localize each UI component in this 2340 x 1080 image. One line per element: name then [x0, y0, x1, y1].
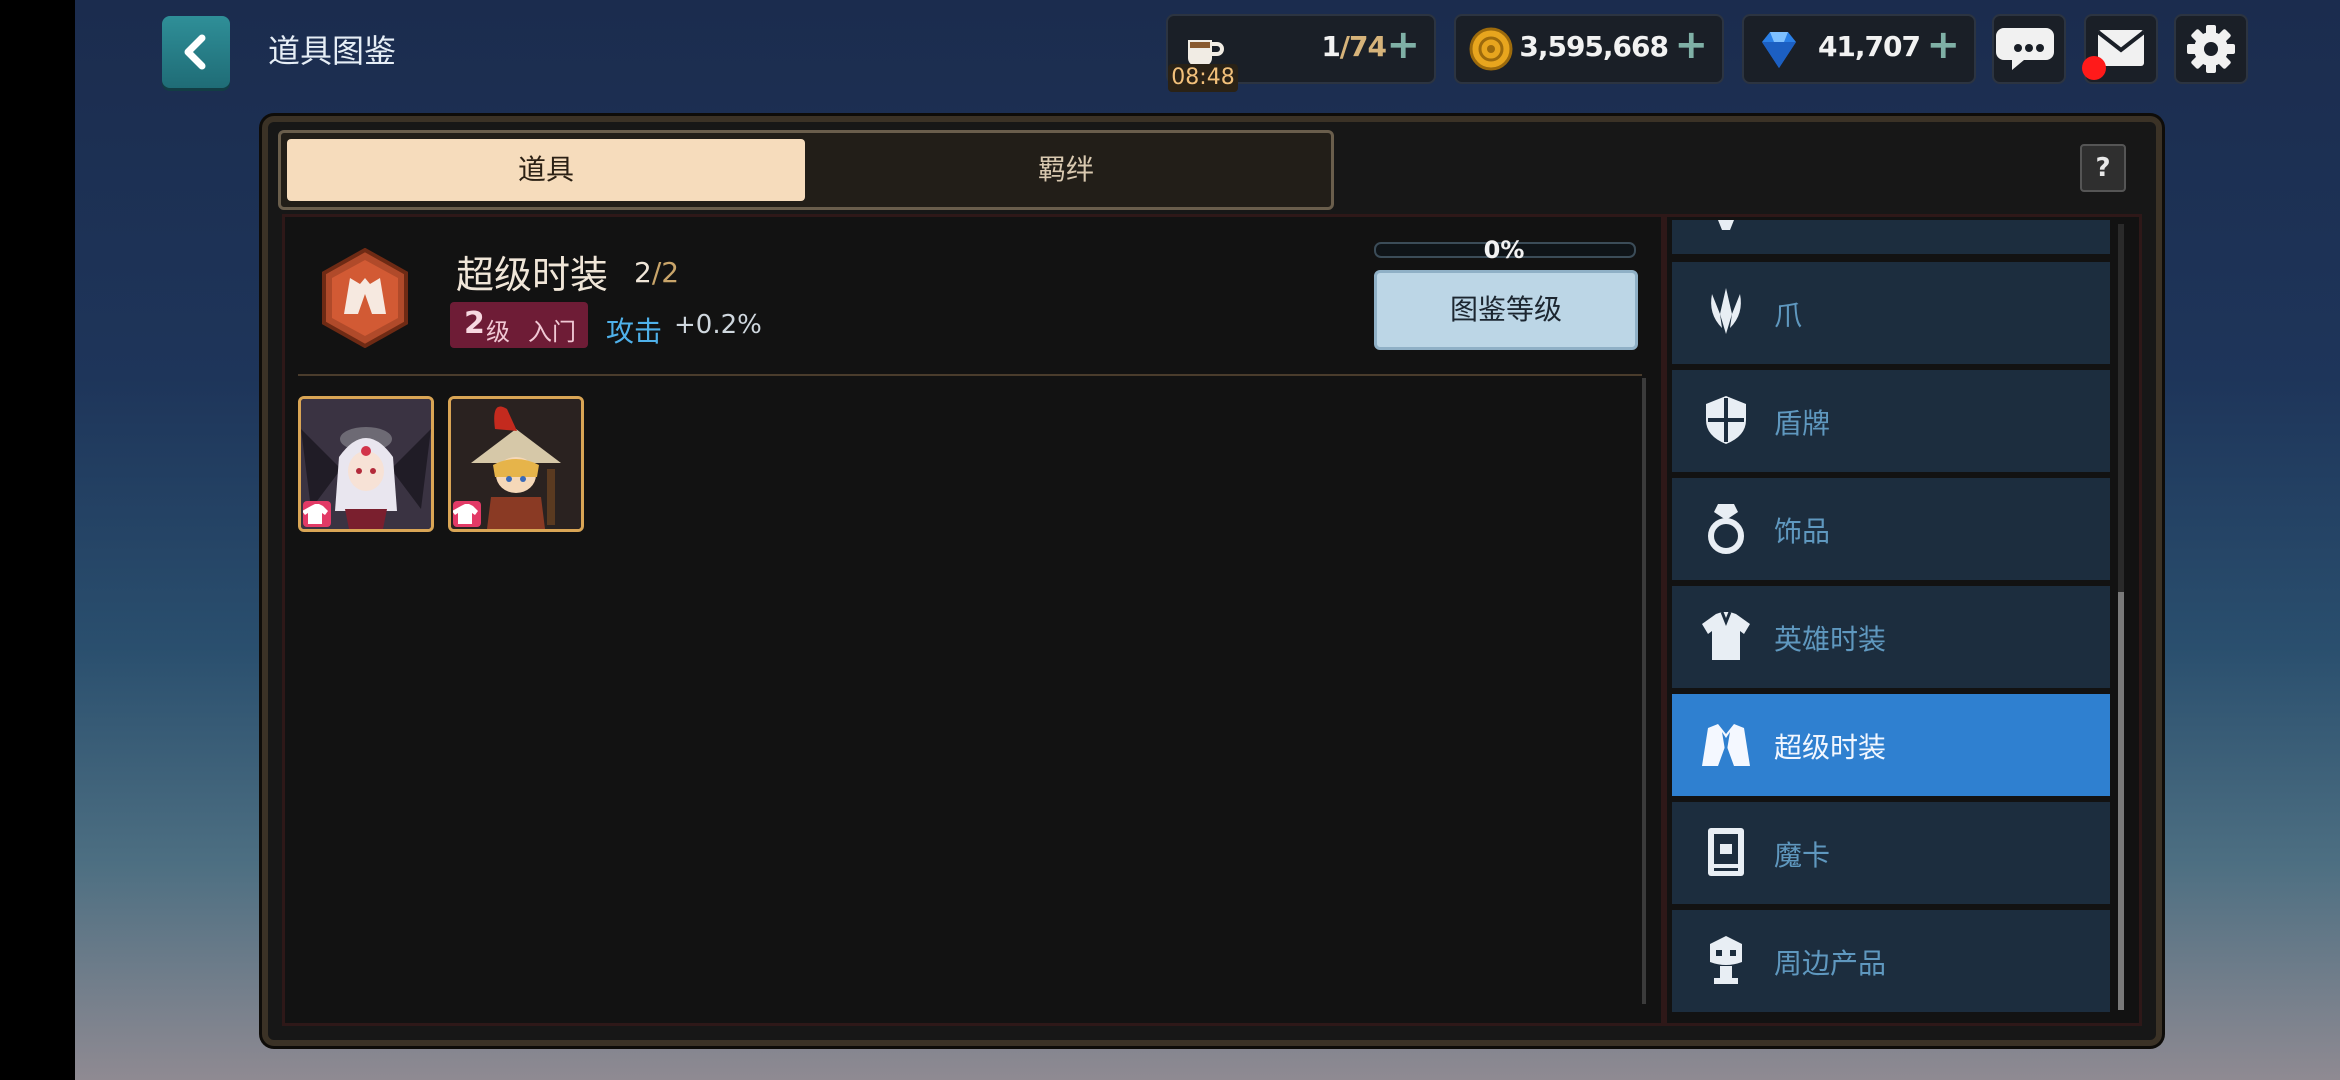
count-separator: /	[651, 256, 662, 289]
sidebar-scrollbar-thumb[interactable]	[2118, 592, 2124, 1010]
add-stamina-plus-icon[interactable]: +	[1386, 22, 1420, 68]
costume-item-2[interactable]	[448, 396, 584, 532]
bonus-stat-name: 攻击	[606, 315, 663, 348]
mail-notification-dot	[2082, 56, 2106, 80]
figure-icon	[1710, 936, 1742, 984]
partial-icon	[1718, 220, 1734, 230]
level-name: 入门	[528, 318, 576, 346]
sidebar-item-accessory[interactable]: 饰品	[1672, 478, 2110, 580]
sidebar-item-label: 魔卡	[1774, 839, 1831, 872]
sidebar-item-label: 英雄时装	[1774, 623, 1887, 656]
sidebar-item-label: 周边产品	[1774, 947, 1887, 980]
ring-icon	[1708, 504, 1744, 554]
stamina-max: /74	[1339, 30, 1387, 63]
tab-bar: 道具 羁绊	[278, 130, 1334, 210]
sidebar-item-label: 盾牌	[1774, 407, 1831, 440]
costume-item-1[interactable]	[298, 396, 434, 532]
sidebar-item-super-costume[interactable]: 超级时装	[1672, 694, 2110, 796]
bonus-stat-value: +0.2%	[674, 310, 762, 340]
stamina-value: 1	[1321, 30, 1341, 63]
stamina-timer: 08:48	[1168, 64, 1238, 92]
shirt-icon	[302, 501, 331, 527]
sidebar-item-magic-card[interactable]: 魔卡	[1672, 802, 2110, 904]
claw-icon	[1711, 288, 1741, 334]
left-black-bar	[0, 0, 75, 1080]
level-number: 2	[464, 306, 485, 341]
sidebar-item-label: 爪	[1774, 299, 1803, 332]
count-current: 2	[634, 256, 652, 289]
sidebar-item-claw[interactable]: 爪	[1672, 262, 2110, 364]
header-divider	[298, 374, 1642, 376]
gear-icon	[2187, 25, 2235, 73]
sidebar-item-label: 超级时装	[1774, 731, 1887, 764]
settings-button[interactable]	[2174, 14, 2248, 84]
add-gold-plus-icon[interactable]: +	[1674, 22, 1708, 68]
page-title: 道具图鉴	[268, 32, 397, 70]
sidebar-item-partial[interactable]	[1672, 220, 2110, 254]
shirt-icon	[1702, 611, 1750, 660]
gold-counter[interactable]: 3,595,668 +	[1454, 14, 1724, 84]
gold-coin-icon	[1469, 27, 1513, 71]
gold-value: 3,595,668	[1519, 30, 1669, 63]
category-title: 超级时装	[456, 253, 609, 297]
chat-bubble-icon	[1996, 28, 2054, 70]
count-total: 2	[661, 256, 680, 289]
back-button[interactable]	[162, 16, 230, 88]
progress-label: 0%	[1483, 236, 1525, 264]
card-icon	[1708, 828, 1744, 876]
sidebar-item-hero-costume[interactable]: 英雄时装	[1672, 586, 2110, 688]
tab-bonds[interactable]: 羁绊	[807, 139, 1325, 201]
sidebar-item-shield[interactable]: 盾牌	[1672, 370, 2110, 472]
suit-icon	[1702, 724, 1750, 766]
collection-count: 2/2	[634, 256, 679, 289]
codex-level-badge: 2 级 入门	[450, 302, 588, 348]
chat-button[interactable]	[1992, 14, 2066, 84]
shield-icon	[1706, 396, 1746, 444]
content-scrollbar[interactable]	[1642, 378, 1646, 1004]
chevron-left-icon	[184, 34, 206, 70]
gem-icon	[1762, 32, 1796, 68]
sidebar-item-label: 饰品	[1774, 515, 1831, 548]
tab-items[interactable]: 道具	[287, 139, 805, 201]
sidebar-item-merchandise[interactable]: 周边产品	[1672, 910, 2110, 1012]
help-button[interactable]: ?	[2080, 144, 2126, 192]
gem-counter[interactable]: 41,707 +	[1742, 14, 1976, 84]
codex-level-button[interactable]: 图鉴等级	[1374, 270, 1638, 350]
add-gem-plus-icon[interactable]: +	[1926, 22, 1960, 68]
level-unit: 级	[486, 318, 510, 346]
shirt-icon	[452, 501, 481, 527]
super-costume-emblem-icon	[322, 248, 408, 348]
gem-value: 41,707	[1817, 30, 1921, 63]
